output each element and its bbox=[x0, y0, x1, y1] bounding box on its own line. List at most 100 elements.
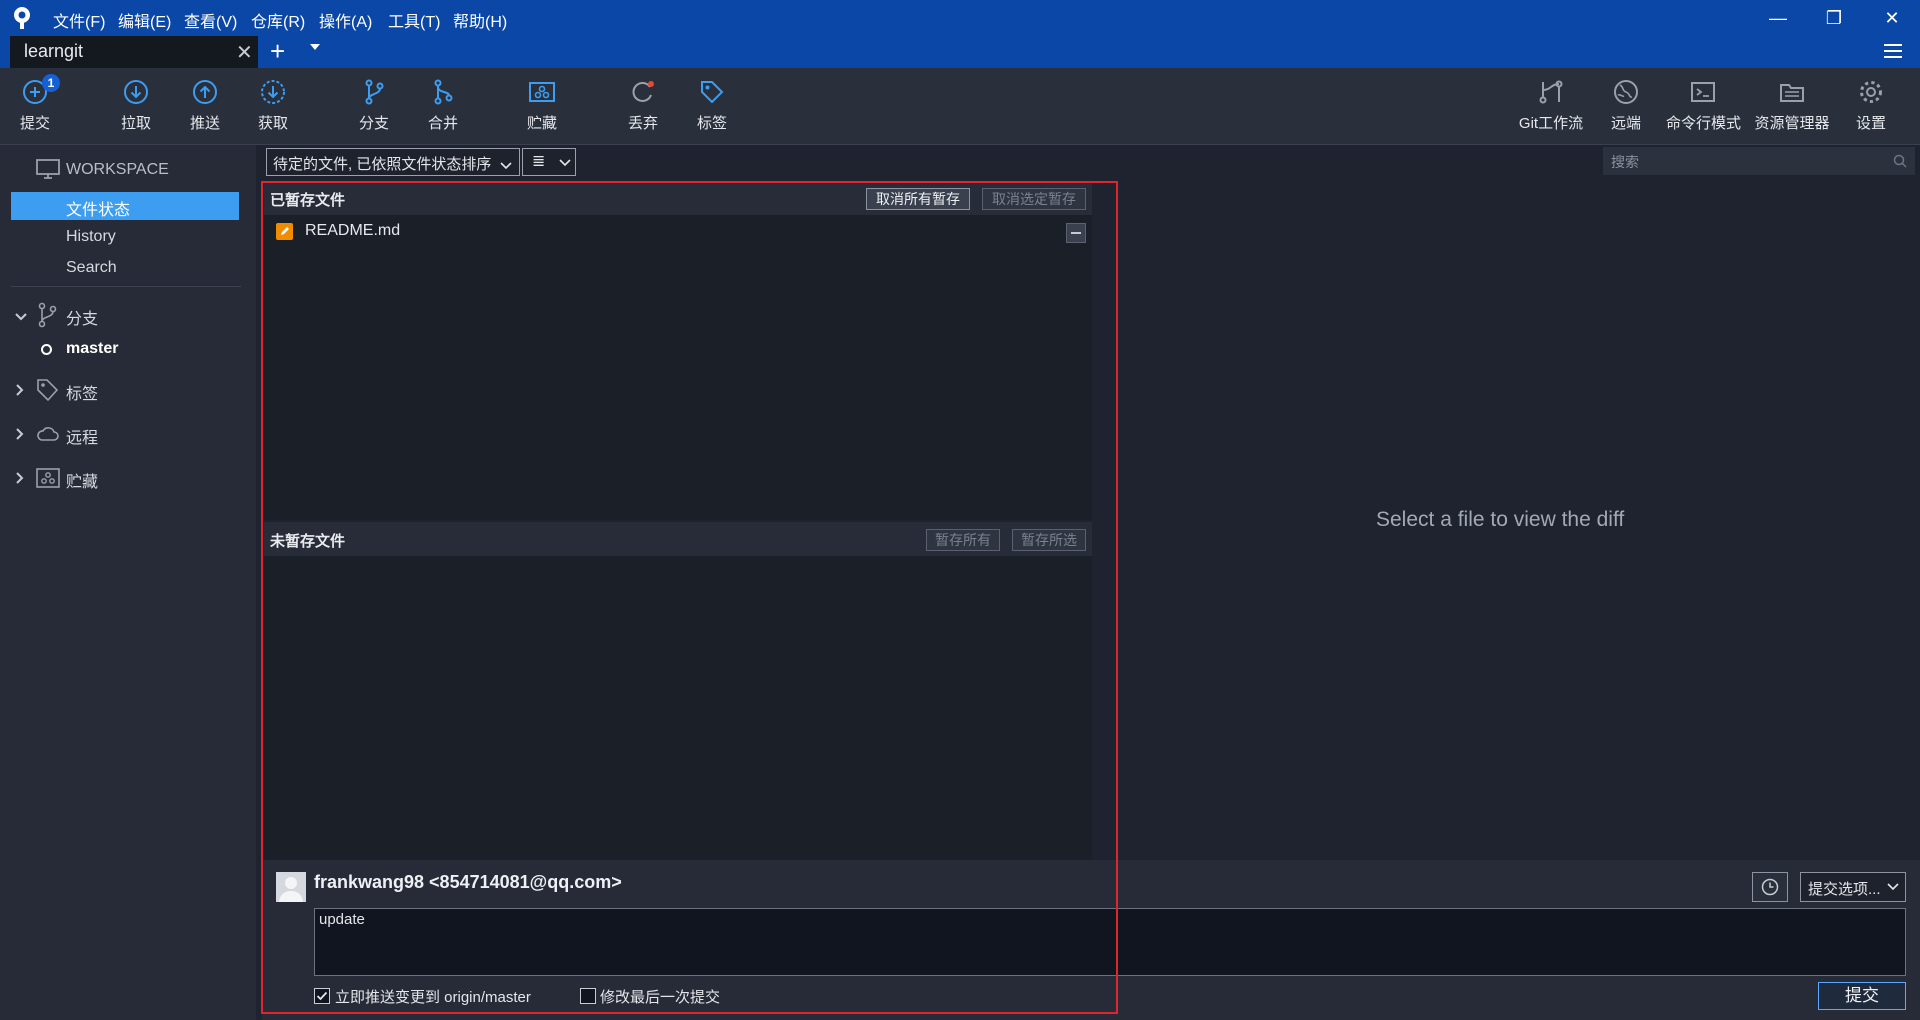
git-flow-label: Git工作流 bbox=[1518, 115, 1584, 132]
tag-icon bbox=[701, 81, 724, 104]
commit-count-badge: 1 bbox=[42, 74, 60, 92]
unstaged-files-list bbox=[264, 556, 1092, 860]
chevron-down-icon[interactable] bbox=[14, 309, 28, 327]
commit-author: frankwang98 <854714081@qq.com> bbox=[314, 872, 622, 892]
fetch-icon bbox=[261, 80, 285, 104]
explorer-button[interactable]: 资源管理器 bbox=[1754, 78, 1830, 138]
unstage-selected-button[interactable]: 取消选定暂存 bbox=[982, 188, 1086, 210]
stage-all-button[interactable]: 暂存所有 bbox=[926, 529, 1000, 551]
staged-file-name: README.md bbox=[305, 222, 401, 239]
branch-label: 分支 bbox=[358, 115, 389, 132]
menu-file[interactable]: 文件(F) bbox=[53, 8, 105, 32]
commit-message-text: update bbox=[319, 911, 365, 928]
list-view-icon: ≣ bbox=[532, 153, 546, 170]
fetch-button[interactable]: 获取 bbox=[238, 78, 308, 138]
chevron-down-icon bbox=[1887, 883, 1899, 891]
new-tab-button[interactable]: + bbox=[270, 36, 285, 66]
sidebar-item-search[interactable]: Search bbox=[66, 259, 117, 277]
push-icon bbox=[193, 80, 217, 104]
tab-bar bbox=[0, 36, 1920, 68]
close-window-button[interactable]: ✕ bbox=[1872, 4, 1912, 32]
minimize-button[interactable]: — bbox=[1758, 4, 1798, 32]
merge-label: 合并 bbox=[427, 115, 458, 132]
submit-commit-button[interactable]: 提交 bbox=[1818, 982, 1906, 1010]
chevron-right-icon[interactable] bbox=[15, 471, 25, 490]
remote-button[interactable]: 远端 bbox=[1591, 78, 1661, 138]
chevron-down-icon bbox=[559, 159, 571, 167]
sidebar-item-history[interactable]: History bbox=[66, 228, 116, 246]
staged-files-list bbox=[264, 215, 1092, 520]
workspace-heading: WORKSPACE bbox=[66, 161, 169, 178]
file-filter-select[interactable]: 待定的文件, 已依照文件状态排序 bbox=[266, 148, 520, 176]
push-immediately-checkbox[interactable] bbox=[314, 988, 330, 1004]
git-flow-icon bbox=[1539, 80, 1563, 104]
stash-icon bbox=[36, 467, 60, 494]
sidebar-section-remotes[interactable]: 远程 bbox=[66, 424, 98, 448]
menu-repository[interactable]: 仓库(R) bbox=[251, 8, 305, 32]
commit-options-dropdown[interactable]: 提交选项... bbox=[1800, 872, 1906, 902]
pull-icon bbox=[124, 80, 148, 104]
modified-file-icon bbox=[276, 223, 293, 240]
commit-history-button[interactable] bbox=[1752, 872, 1788, 902]
stage-selected-button[interactable]: 暂存所选 bbox=[1012, 529, 1086, 551]
terminal-label: 命令行模式 bbox=[1666, 115, 1742, 132]
push-button[interactable]: 推送 bbox=[170, 78, 240, 138]
hamburger-menu-icon[interactable] bbox=[1884, 44, 1902, 58]
sidebar-section-tags[interactable]: 标签 bbox=[66, 380, 98, 404]
tab-close-icon[interactable]: ✕ bbox=[236, 40, 253, 65]
sourcetree-logo-icon bbox=[10, 6, 34, 30]
sidebar-item-label: 文件状态 bbox=[66, 202, 131, 219]
terminal-button[interactable]: 命令行模式 bbox=[1666, 78, 1742, 138]
merge-button[interactable]: 合并 bbox=[408, 78, 478, 138]
globe-icon bbox=[1614, 80, 1638, 104]
branch-master[interactable]: master bbox=[66, 340, 118, 358]
tag-button[interactable]: 标签 bbox=[677, 78, 747, 138]
stash-button[interactable]: 贮藏 bbox=[507, 78, 577, 138]
merge-icon bbox=[434, 79, 453, 105]
unstage-all-button[interactable]: 取消所有暂存 bbox=[866, 188, 970, 210]
tag-label: 标签 bbox=[696, 115, 727, 132]
file-filter-value: 待定的文件, 已依照文件状态排序 bbox=[273, 156, 492, 173]
restore-button[interactable]: ❐ bbox=[1814, 4, 1854, 32]
menu-view[interactable]: 查看(V) bbox=[184, 8, 237, 32]
git-flow-button[interactable]: Git工作流 bbox=[1515, 78, 1587, 138]
tab-list-dropdown-icon[interactable] bbox=[310, 44, 320, 50]
unstage-file-minus-icon[interactable] bbox=[1066, 223, 1086, 243]
settings-button[interactable]: 设置 bbox=[1836, 78, 1906, 138]
menu-edit[interactable]: 编辑(E) bbox=[118, 8, 171, 32]
sidebar-divider bbox=[11, 286, 241, 287]
discard-button[interactable]: 丢弃 bbox=[608, 78, 678, 138]
staged-files-title: 已暂存文件 bbox=[270, 192, 346, 209]
commit-options-label: 提交选项... bbox=[1808, 881, 1881, 898]
avatar bbox=[276, 872, 306, 902]
menu-tools[interactable]: 工具(T) bbox=[388, 8, 440, 32]
current-branch-indicator-icon bbox=[41, 344, 52, 355]
menu-actions[interactable]: 操作(A) bbox=[319, 8, 372, 32]
staged-file-row[interactable]: README.md bbox=[264, 218, 1092, 246]
unstaged-files-title: 未暂存文件 bbox=[270, 533, 346, 550]
amend-checkbox[interactable] bbox=[580, 988, 596, 1004]
tag-icon bbox=[36, 378, 60, 407]
branch-button[interactable]: 分支 bbox=[339, 78, 409, 138]
view-mode-select[interactable]: ≣ bbox=[522, 148, 576, 176]
commit-message-input[interactable]: update bbox=[314, 908, 1906, 976]
chevron-right-icon[interactable] bbox=[15, 383, 25, 402]
branch-icon bbox=[37, 302, 59, 333]
chevron-right-icon[interactable] bbox=[15, 427, 25, 446]
clock-icon bbox=[1761, 878, 1779, 896]
tab-learngit[interactable]: learngit ✕ bbox=[10, 36, 258, 68]
menu-help[interactable]: 帮助(H) bbox=[453, 8, 507, 32]
pull-button[interactable]: 拉取 bbox=[101, 78, 171, 138]
search-placeholder: 搜索 bbox=[1611, 154, 1639, 170]
discard-label: 丢弃 bbox=[627, 115, 658, 132]
search-input[interactable]: 搜索 bbox=[1603, 147, 1915, 175]
push-immediately-label: 立即推送变更到 origin/master bbox=[335, 989, 531, 1006]
stash-icon bbox=[529, 82, 555, 102]
sidebar-section-stashes[interactable]: 贮藏 bbox=[66, 468, 98, 492]
sidebar-section-branches[interactable]: 分支 bbox=[66, 305, 98, 329]
sidebar-item-file-status[interactable]: 文件状态 bbox=[11, 192, 239, 220]
terminal-icon bbox=[1691, 82, 1715, 102]
search-icon bbox=[1893, 154, 1907, 168]
folder-icon bbox=[1780, 84, 1804, 102]
commit-button[interactable]: 提交 bbox=[0, 78, 70, 138]
